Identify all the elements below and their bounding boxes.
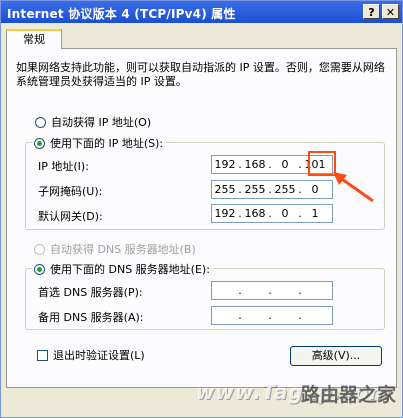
alternate-dns-input[interactable]: . . . — [211, 306, 333, 325]
ip-auto-label: 自动获得 IP 地址(O) — [51, 116, 152, 129]
close-button[interactable]: ✕ — [382, 4, 399, 19]
dns-auto-radio[interactable]: 自动获得 DNS 服务器地址(B) — [32, 241, 199, 257]
dns-manual-label: 使用下面的 DNS 服务器地址(E): — [50, 263, 210, 276]
window-title: Internet 协议版本 4 (TCP/IPv4) 属性 — [7, 7, 236, 21]
validate-on-exit-label: 退出时验证设置(L) — [53, 349, 145, 362]
dns-auto-label: 自动获得 DNS 服务器地址(B) — [50, 243, 196, 256]
dialog-window: Internet 协议版本 4 (TCP/IPv4) 属性 ? ✕ 常规 如果网… — [0, 0, 403, 418]
subnet-mask-label: 子网掩码(U): — [38, 185, 103, 198]
preferred-dns-input[interactable]: . . . — [211, 281, 333, 300]
alternate-dns-label: 备用 DNS 服务器(A): — [38, 311, 144, 324]
preferred-dns-label: 首选 DNS 服务器(P): — [38, 286, 143, 299]
description-text: 如果网络支持此功能，则可以获取自动指派的 IP 设置。否则，您需要从网络系统管理… — [16, 61, 385, 88]
octet: 0 — [281, 158, 289, 171]
octet: 0 — [311, 183, 319, 196]
checkbox-indicator — [37, 349, 48, 361]
octet: 192 — [214, 158, 236, 171]
watermark-text-2: 路由器之家 — [301, 384, 397, 406]
validate-on-exit-checkbox[interactable]: 退出时验证设置(L) — [37, 347, 145, 363]
ip-manual-label: 使用下面的 IP 地址(S): — [50, 137, 164, 150]
ip-manual-radio[interactable]: 使用下面的 IP 地址(S): — [32, 135, 167, 151]
gateway-input[interactable]: 192. 168. 0. 1 — [211, 204, 333, 223]
advanced-button[interactable]: 高级(V)... — [290, 346, 382, 366]
radio-indicator — [34, 137, 45, 149]
octet: 1 — [311, 207, 319, 220]
octet: 255 — [214, 183, 236, 196]
octet: 168 — [244, 158, 266, 171]
octet: 255 — [244, 183, 266, 196]
radio-indicator — [35, 116, 46, 128]
tab-general[interactable]: 常规 — [6, 29, 62, 49]
radio-indicator — [34, 263, 45, 275]
radio-indicator — [34, 243, 45, 255]
octet: 0 — [281, 207, 289, 220]
gateway-label: 默认网关(D): — [38, 210, 103, 223]
dns-manual-radio[interactable]: 使用下面的 DNS 服务器地址(E): — [32, 261, 213, 277]
octet: 192 — [214, 207, 236, 220]
help-button[interactable]: ? — [363, 4, 380, 19]
octet: 168 — [244, 207, 266, 220]
ip-address-label: IP 地址(I): — [38, 160, 89, 173]
octet: 255 — [274, 183, 296, 196]
annotation-arrow-icon — [333, 172, 374, 203]
ip-auto-radio[interactable]: 自动获得 IP 地址(O) — [35, 114, 151, 130]
subnet-mask-input[interactable]: 255. 255. 255. 0 — [211, 180, 333, 199]
title-bar[interactable]: Internet 协议版本 4 (TCP/IPv4) 属性 ? ✕ — [1, 1, 402, 23]
